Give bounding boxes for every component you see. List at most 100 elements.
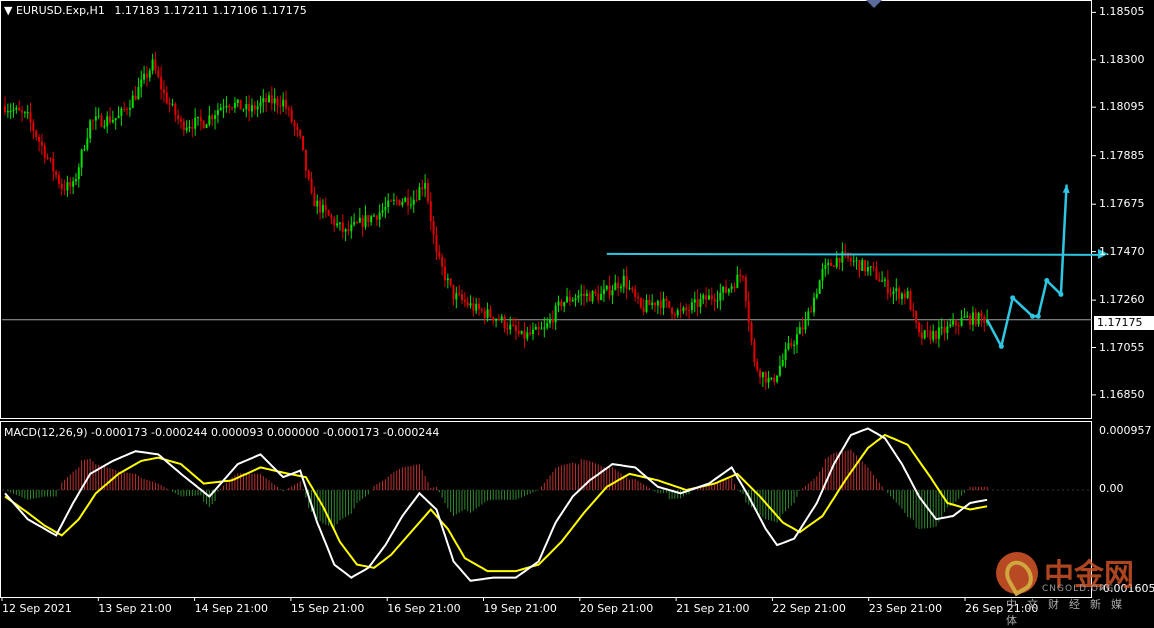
candle-body [55, 171, 58, 176]
candle-body [270, 95, 273, 104]
candle-body [869, 266, 872, 268]
candle-body [736, 274, 739, 288]
candle-body [35, 130, 38, 138]
candle-body [540, 328, 543, 330]
candle-body [753, 340, 756, 363]
dropdown-triangle-icon[interactable]: ▼ [4, 4, 12, 17]
candle-body [807, 311, 810, 321]
forecast-vertex [1035, 313, 1041, 319]
candle-body [875, 267, 878, 280]
candle-body [46, 157, 49, 159]
candle-body [114, 118, 117, 121]
candle-body [497, 319, 500, 321]
macd-label: MACD(12,26,9) -0.000173 -0.000244 0.0000… [4, 426, 440, 439]
candle-body [966, 315, 969, 317]
candle-body [892, 291, 895, 295]
price-tick-label: 1.16850 [1099, 387, 1145, 401]
candle-body [29, 112, 32, 123]
candle-body [313, 192, 316, 207]
candle-body [764, 372, 767, 383]
candle-body [881, 280, 884, 282]
forecast-vertex [998, 343, 1004, 349]
candle-body [231, 107, 234, 109]
candle-body [954, 320, 957, 326]
candle-body [327, 210, 330, 216]
candle-body [597, 293, 600, 301]
candle-body [568, 296, 571, 302]
candle-body [824, 265, 827, 269]
candle-body [804, 320, 807, 330]
candle-body [903, 293, 906, 299]
candle-body [483, 310, 486, 318]
candle-body [912, 310, 915, 312]
candle-body [438, 252, 441, 257]
price-panel-border [0, 0, 1092, 419]
time-tick-label: 23 Sep 21:00 [868, 602, 943, 615]
price-tick-label: 1.17885 [1099, 148, 1145, 162]
candle-body [926, 330, 929, 332]
candle-body [32, 122, 35, 131]
candle-body [605, 285, 608, 290]
candle-body [128, 107, 131, 110]
candle-body [69, 182, 72, 187]
candle-body [946, 326, 949, 333]
candle-body [179, 119, 182, 122]
candle-body [174, 103, 177, 116]
candle-body [214, 115, 217, 120]
candle-body [617, 282, 620, 289]
candle-body [336, 223, 339, 226]
candle-body [634, 289, 637, 297]
candle-body [236, 99, 239, 103]
candle-body [461, 294, 464, 300]
candle-body [673, 314, 676, 316]
candle-body [319, 200, 322, 213]
candle-body [429, 201, 432, 222]
candle-body [307, 170, 310, 179]
candle-body [259, 102, 262, 107]
candle-body [276, 98, 279, 106]
candle-body [21, 110, 24, 113]
price-tick-label: 1.17260 [1099, 293, 1145, 307]
candle-body [256, 106, 259, 110]
candle-body [747, 301, 750, 323]
candle-body [245, 104, 248, 110]
candle-body [932, 331, 935, 340]
candle-body [49, 157, 52, 159]
candle-body [239, 99, 242, 110]
candle-body [844, 251, 847, 253]
candle-body [557, 301, 560, 306]
candle-body [906, 291, 909, 299]
candle-body [849, 258, 852, 262]
candle-body [852, 260, 855, 262]
candle-body [636, 296, 639, 299]
candle-body [77, 167, 80, 180]
candle-body [38, 137, 41, 142]
candle-body [287, 108, 290, 110]
candle-body [915, 311, 918, 323]
candle-body [341, 222, 344, 232]
candle-body [225, 105, 228, 108]
candle-body [716, 300, 719, 302]
time-tick-label: 14 Sep 21:00 [194, 602, 269, 615]
candle-body [355, 222, 358, 224]
candle-body [631, 287, 634, 290]
candle-body [432, 221, 435, 235]
candle-body [688, 309, 691, 311]
candle-body [724, 286, 727, 293]
candle-body [282, 99, 285, 107]
candle-body [872, 266, 875, 268]
candle-body [895, 288, 898, 292]
candle-body [285, 99, 288, 109]
candle-body [157, 70, 160, 77]
candle-body [656, 300, 659, 306]
candle-body [370, 216, 373, 223]
candle-body [347, 229, 350, 232]
candle-body [920, 332, 923, 339]
candle-body [563, 302, 566, 307]
forecast-vertex [1010, 295, 1016, 301]
candle-body [219, 107, 222, 111]
candle-body [279, 105, 282, 107]
candle-body [549, 319, 551, 324]
candle-body [52, 158, 55, 172]
candle-body [520, 330, 523, 334]
